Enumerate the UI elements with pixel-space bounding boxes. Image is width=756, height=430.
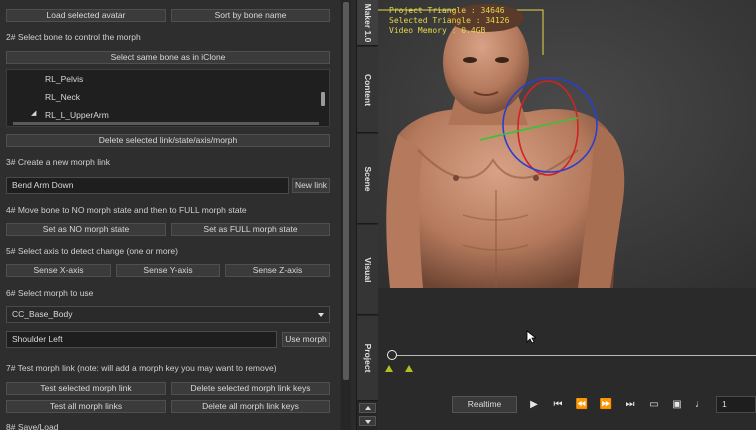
sort-by-bone-button[interactable]: Sort by bone name xyxy=(171,9,330,22)
skip-start-icon[interactable]: ⏮ xyxy=(550,398,566,412)
tree-item[interactable]: RL_L_UpperArm xyxy=(45,110,109,120)
timeline-panel: Realtime ▶ ⏮ ⏪ ⏩ ⏭ ▭ ▣ ♩ 1 xyxy=(378,288,756,430)
play-icon[interactable]: ▶ xyxy=(526,398,542,412)
video-memory-stat: Video Memory : 0.4GB xyxy=(389,26,486,35)
tab-project-label: Project xyxy=(362,343,373,373)
caption-icon[interactable]: ▣ xyxy=(669,398,685,412)
side-tabs: Maker 1.0 Content Scene Visual Project xyxy=(356,0,378,430)
tab-scene[interactable]: Scene xyxy=(357,134,378,224)
tab-maker-label: Maker 1.0 xyxy=(362,3,373,42)
key-marker-icon[interactable] xyxy=(385,365,393,372)
panel-scrollbar[interactable] xyxy=(341,0,351,430)
note-icon[interactable]: ♩ xyxy=(692,398,708,412)
tree-item[interactable]: RL_Neck xyxy=(45,92,80,102)
morph-link-panel: Load selected avatar Sort by bone name 2… xyxy=(0,0,340,430)
morph-select[interactable]: CC_Base_Body xyxy=(6,306,330,323)
tab-scroll-down-icon[interactable] xyxy=(359,416,376,426)
tab-content-label: Content xyxy=(362,73,373,106)
step2-label: 2# Select bone to control the morph xyxy=(6,32,141,42)
link-name-input[interactable]: Bend Arm Down xyxy=(6,177,289,194)
tab-visual-label: Visual xyxy=(362,257,373,282)
selected-triangle-stat: Selected Triangle : 34126 xyxy=(389,16,510,25)
tab-project[interactable]: Project xyxy=(357,316,378,401)
step4-label: 4# Move bone to NO morph state and then … xyxy=(6,205,247,215)
render-stats: Project Triangle : 34646 Selected Triang… xyxy=(389,6,509,36)
step8-label: 8# Save/Load xyxy=(6,422,59,430)
load-avatar-button[interactable]: Load selected avatar xyxy=(6,9,166,22)
character-render xyxy=(378,0,756,288)
3d-viewport[interactable]: Project Triangle : 34646 Selected Triang… xyxy=(378,0,756,288)
mouse-cursor-icon xyxy=(526,330,536,344)
bone-tree[interactable]: RL_Pelvis RL_Neck ◢ RL_L_UpperArm xyxy=(6,69,330,127)
delete-selected-keys-button[interactable]: Delete selected morph link keys xyxy=(171,382,330,395)
panel-scrollbar-thumb[interactable] xyxy=(343,2,349,380)
tab-visual[interactable]: Visual xyxy=(357,225,378,315)
new-link-button[interactable]: New link xyxy=(292,178,330,193)
morph-select-value: CC_Base_Body xyxy=(12,309,73,319)
sense-y-button[interactable]: Sense Y-axis xyxy=(116,264,220,277)
key-marker-icon[interactable] xyxy=(405,365,413,372)
loop-icon[interactable]: ▭ xyxy=(646,398,662,412)
delete-all-keys-button[interactable]: Delete all morph link keys xyxy=(171,400,330,413)
use-morph-button[interactable]: Use morph xyxy=(282,332,330,347)
select-same-bone-button[interactable]: Select same bone as in iClone xyxy=(6,51,330,64)
delete-link-button[interactable]: Delete selected link/state/axis/morph xyxy=(6,134,330,147)
tab-scroll-up-icon[interactable] xyxy=(359,403,376,413)
step6-label: 6# Select morph to use xyxy=(6,288,94,298)
step5-label: 5# Select axis to detect change (one or … xyxy=(6,246,178,256)
realtime-button[interactable]: Realtime xyxy=(452,396,517,413)
frame-input[interactable]: 1 xyxy=(716,396,756,413)
project-triangle-stat: Project Triangle : 34646 xyxy=(389,6,505,15)
tree-scrollbar[interactable] xyxy=(321,92,325,106)
playhead-handle[interactable] xyxy=(387,350,397,360)
sense-x-button[interactable]: Sense X-axis xyxy=(6,264,111,277)
tree-item[interactable]: RL_Pelvis xyxy=(45,74,83,84)
set-full-morph-button[interactable]: Set as FULL morph state xyxy=(171,223,330,236)
set-no-morph-button[interactable]: Set as NO morph state xyxy=(6,223,166,236)
tree-horizontal-scrollbar[interactable] xyxy=(13,122,319,125)
chevron-down-icon xyxy=(318,313,324,317)
tree-expand-icon[interactable]: ◢ xyxy=(31,109,36,117)
step7-label: 7# Test morph link (note: will add a mor… xyxy=(6,363,277,373)
test-selected-button[interactable]: Test selected morph link xyxy=(6,382,166,395)
skip-end-icon[interactable]: ⏭ xyxy=(622,398,638,412)
step3-label: 3# Create a new morph link xyxy=(6,157,110,167)
fast-forward-icon[interactable]: ⏩ xyxy=(598,398,614,412)
tab-content[interactable]: Content xyxy=(357,47,378,133)
test-all-button[interactable]: Test all morph links xyxy=(6,400,166,413)
sense-z-button[interactable]: Sense Z-axis xyxy=(225,264,330,277)
rewind-icon[interactable]: ⏪ xyxy=(574,398,590,412)
morph-name-input[interactable]: Shoulder Left xyxy=(6,331,277,348)
timeline-track[interactable] xyxy=(392,355,756,356)
tab-scene-label: Scene xyxy=(362,165,373,192)
tab-maker[interactable]: Maker 1.0 xyxy=(357,0,378,46)
